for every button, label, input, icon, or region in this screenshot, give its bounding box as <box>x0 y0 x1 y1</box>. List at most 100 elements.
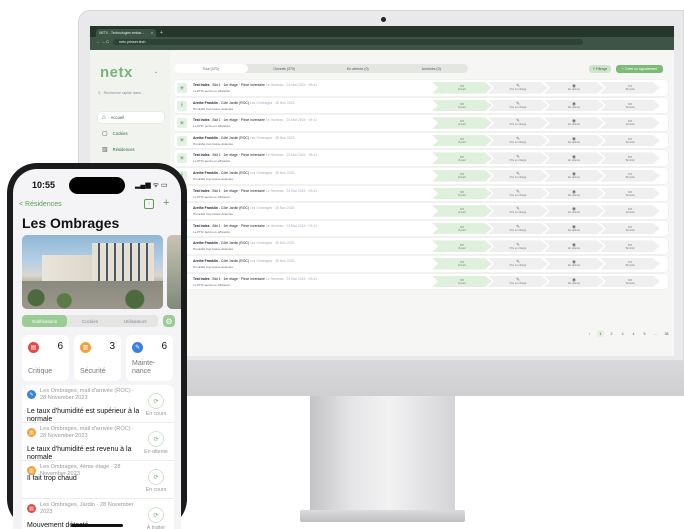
stage-step-ouvert[interactable]: ▭ Ouvert <box>432 99 492 112</box>
stage-step-pris-en-charge[interactable]: ✎ Pris en charge <box>488 240 548 252</box>
table-row[interactable]: ☀ Arethe Franklin - Côté Jardin (ROC) Les… <box>174 132 668 149</box>
stage-step-ouvert[interactable]: ▭ Ouvert <box>432 275 492 288</box>
residence-photo[interactable] <box>22 235 163 309</box>
page-link[interactable]: ‹ <box>586 330 593 337</box>
stage-step-terminé[interactable]: ▭ Terminé <box>600 82 660 94</box>
sidebar-item-cockies[interactable]: ▢ Cockies <box>98 128 164 139</box>
stage-step-en-attente[interactable]: ◉ En attente <box>544 152 604 164</box>
page-link[interactable]: 38 <box>663 330 670 337</box>
stage-step-pris-en-charge[interactable]: ✎ Pris en charge <box>488 205 548 217</box>
table-row[interactable]: ☀ Test Index - Bât 1 · 1er étage · Pièce … <box>174 115 668 131</box>
page-link[interactable]: … <box>652 330 659 337</box>
stage-step-terminé[interactable]: ▭ Terminé <box>600 134 660 147</box>
settings-button[interactable]: ⚙ <box>163 315 175 327</box>
stage-step-en-attente[interactable]: ◉ En attente <box>544 187 604 200</box>
table-row[interactable]: ☀ Test Index - Bât 1 · 1er étage · Pièce … <box>174 80 668 96</box>
page-link[interactable]: 1 <box>597 330 604 337</box>
stage-step-pris-en-charge[interactable]: ✎ Pris en charge <box>488 152 548 164</box>
table-row[interactable]: ƗArethe Franklin - Côté Jardin (ROC) Les… <box>174 97 668 114</box>
page-link[interactable]: 2 <box>608 330 615 337</box>
stage-step-terminé[interactable]: ▭ Terminé <box>600 240 660 252</box>
stage-step-en-attente[interactable]: ◉ En attente <box>544 222 604 235</box>
category-card[interactable]: ▤ 6 Critique <box>22 335 69 381</box>
notification-item[interactable]: ▥ Les Ombrages, mail d'arrivée (ROC) · 28… <box>22 423 174 461</box>
stage-step-terminé[interactable]: ▭ Terminé <box>600 169 660 182</box>
tab-cockies[interactable]: Cockies <box>67 315 112 327</box>
stage-step-ouvert[interactable]: ▭ Ouvert <box>432 187 492 200</box>
add-icon[interactable]: + <box>163 197 169 209</box>
table-row[interactable]: ƗArethe Franklin - Côté Jardin (ROC) Les… <box>174 238 668 254</box>
notification-item[interactable]: ✎ Les Ombrages, mail d'arrivée (ROC) · 28… <box>22 385 174 423</box>
stage-step-pris-en-charge[interactable]: ✎ Pris en charge <box>488 222 548 235</box>
tab-notifications[interactable]: Notifications <box>22 315 68 327</box>
stage-step-pris-en-charge[interactable]: ✎ Pris en charge <box>488 257 548 270</box>
table-row[interactable]: ☀ Test Index - Bât 1 · 1er étage · Pièce … <box>174 150 668 166</box>
stage-step-en-attente[interactable]: ◉ En attente <box>544 134 604 147</box>
back-button[interactable]: < Résidences <box>19 201 62 208</box>
stage-step-en-attente[interactable]: ◉ En attente <box>544 205 604 217</box>
stage-step-en-attente[interactable]: ◉ En attente <box>544 275 604 288</box>
sidebar-item-résidences[interactable]: ▥ Résidences <box>98 144 164 155</box>
sidebar-item-accueil[interactable]: ⌂ Accueil <box>98 112 164 123</box>
stage-step-ouvert[interactable]: ▭ Ouvert <box>432 205 492 217</box>
stage-step-pris-en-charge[interactable]: ✎ Pris en charge <box>488 117 548 129</box>
table-row[interactable]: ƗArethe Franklin - Côté Jardin (ROC) Les… <box>174 203 668 219</box>
stage-step-terminé[interactable]: ▭ Terminé <box>600 205 660 217</box>
stage-step-en-attente[interactable]: ◉ En attente <box>544 117 604 129</box>
stage-step-en-attente[interactable]: ◉ En attente <box>544 240 604 252</box>
search-input[interactable]: ⚲ Recherche rapide dans... <box>98 88 164 98</box>
stage-step-en-attente[interactable]: ◉ En attente <box>544 82 604 94</box>
notification-item[interactable]: ▥ Les Ombrages, 4ème étage · 28 November … <box>22 461 174 499</box>
residence-photo-next[interactable] <box>167 235 181 309</box>
page-link[interactable]: 3 <box>619 330 626 337</box>
stage-step-pris-en-charge[interactable]: ✎ Pris en charge <box>488 275 548 288</box>
category-card[interactable]: ✎ 6 Mainte- nance <box>126 335 173 381</box>
table-row[interactable]: ƗTest Index - Bât 1 · 1er étage · Pièce … <box>174 220 668 237</box>
new-tab-icon[interactable]: + <box>160 30 163 36</box>
stage-step-en-attente[interactable]: ◉ En attente <box>544 169 604 182</box>
table-row[interactable]: ƗArethe Franklin - Côté Jardin (ROC) Les… <box>174 255 668 272</box>
navigation-icons[interactable]: ← → C <box>96 39 109 44</box>
stage-step-terminé[interactable]: ▭ Terminé <box>600 187 660 200</box>
create-report-button[interactable]: + Créer un signalement <box>616 65 663 73</box>
chevron-down-icon[interactable]: ⌄ <box>154 69 158 75</box>
stage-step-terminé[interactable]: ▭ Terminé <box>600 275 660 288</box>
stage-step-ouvert[interactable]: ▭ Ouvert <box>432 222 492 235</box>
stage-step-ouvert[interactable]: ▭ Ouvert <box>432 117 492 129</box>
filter-tab[interactable]: En attente (0) <box>321 64 395 73</box>
stage-step-pris-en-charge[interactable]: ✎ Pris en charge <box>488 187 548 200</box>
filter-tab[interactable]: Archivés (0) <box>395 64 469 73</box>
page-link[interactable]: 4 <box>630 330 637 337</box>
stage-step-ouvert[interactable]: ▭ Ouvert <box>432 169 492 182</box>
stage-step-en-attente[interactable]: ◉ En attente <box>544 257 604 270</box>
share-icon[interactable]: ↑ <box>144 199 154 209</box>
close-icon[interactable]: × <box>151 31 153 35</box>
stage-step-ouvert[interactable]: ▭ Ouvert <box>432 240 492 252</box>
stage-step-terminé[interactable]: ▭ Terminé <box>600 117 660 129</box>
stage-step-pris-en-charge[interactable]: ✎ Pris en charge <box>488 134 548 147</box>
filter-tab[interactable]: Tout (370) <box>174 64 248 73</box>
stage-step-pris-en-charge[interactable]: ✎ Pris en charge <box>488 99 548 112</box>
table-row[interactable]: ƗTest Index - Bât 1 · 1er étage · Pièce … <box>174 185 668 202</box>
filter-tab[interactable]: Ouverts (370) <box>248 64 322 73</box>
stage-step-terminé[interactable]: ▭ Terminé <box>600 99 660 112</box>
netx-logo[interactable]: netx <box>100 64 133 81</box>
stage-step-pris-en-charge[interactable]: ✎ Pris en charge <box>488 169 548 182</box>
category-card[interactable]: ▥ 3 Sécurité <box>74 335 121 381</box>
stage-step-en-attente[interactable]: ◉ En attente <box>544 99 604 112</box>
stage-step-pris-en-charge[interactable]: ✎ Pris en charge <box>488 82 548 94</box>
browser-tab[interactable]: NETX - Technologies embar... × <box>96 29 156 37</box>
stage-step-terminé[interactable]: ▭ Terminé <box>600 257 660 270</box>
stage-step-ouvert[interactable]: ▭ Ouvert <box>432 134 492 147</box>
stage-step-ouvert[interactable]: ▭ Ouvert <box>432 257 492 270</box>
stage-step-terminé[interactable]: ▭ Terminé <box>600 222 660 235</box>
table-row[interactable]: ƗArethe Franklin - Côté Jardin (ROC) Les… <box>174 167 668 184</box>
tab-utilisateurs[interactable]: Utilisateurs <box>113 315 158 327</box>
filter-button[interactable]: Y Filtrage <box>589 65 611 73</box>
page-link[interactable]: 5 <box>641 330 648 337</box>
stage-step-terminé[interactable]: ▭ Terminé <box>600 152 660 164</box>
stage-step-ouvert[interactable]: ▭ Ouvert <box>432 152 492 164</box>
url-input[interactable]: netx.prinser.tech <box>113 38 584 45</box>
table-row[interactable]: ƗTest Index - Bât 1 · 1er étage · Pièce … <box>174 273 668 290</box>
stage-step-ouvert[interactable]: ▭ Ouvert <box>432 82 492 94</box>
